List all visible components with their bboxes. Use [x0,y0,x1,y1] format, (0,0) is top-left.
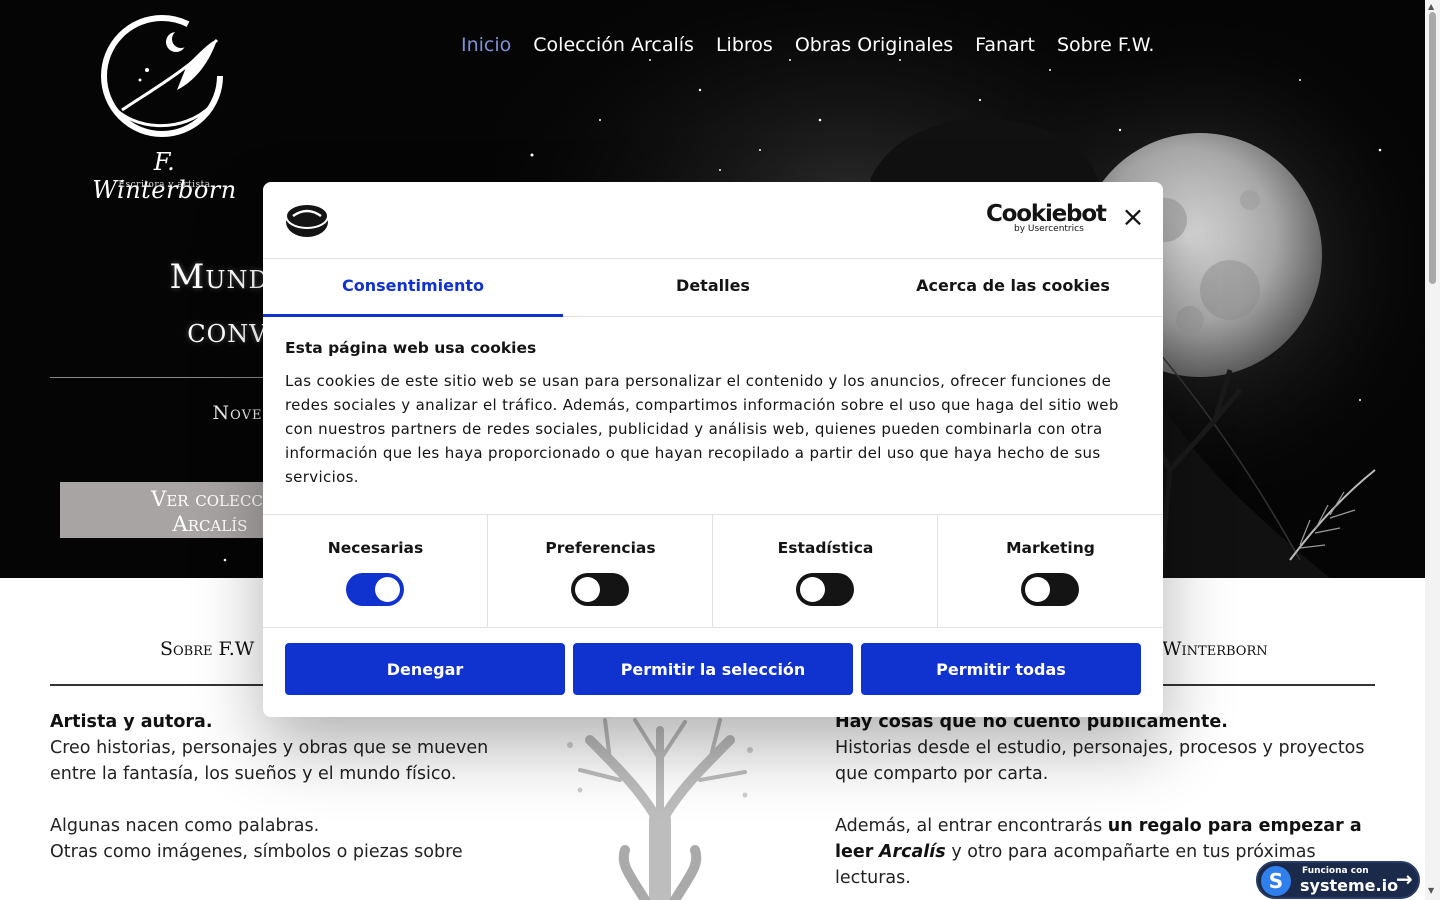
about-section-heading: Sobre F.W [160,638,255,660]
estadistica-switch[interactable] [796,573,854,606]
site-logo[interactable]: F. Winterborn Escritora y artista [92,10,237,204]
cookie-body: Esta página web usa cookies Las cookies … [285,339,1145,489]
allow-all-button[interactable]: Permitir todas [861,643,1141,695]
tab-consentimiento[interactable]: Consentimiento [263,259,563,317]
toggle-label-marketing: Marketing [1006,539,1095,557]
moon-quill-logo-icon [101,15,223,137]
tab-detalles[interactable]: Detalles [563,259,863,317]
systeme-io-badge[interactable]: S Funciona con systeme.io → [1256,861,1420,899]
nav-item-sobre-fw[interactable]: Sobre F.W. [1057,34,1154,56]
scrollbar-thumb[interactable] [1429,12,1436,284]
nav-item-libros[interactable]: Libros [716,34,773,56]
about-paragraph-1: Creo historias, personajes y obras que s… [50,738,489,784]
newsletter-section-heading: Winterborn [1162,638,1268,660]
badge-powered-by: Funciona con [1302,866,1369,876]
toggle-label-necesarias: Necesarias [327,539,424,557]
newsletter-paragraph-1: Historias desde el estudio, personajes, … [835,738,1365,784]
badge-brand: systeme.io [1300,876,1399,895]
systeme-logo-icon: S [1261,866,1291,896]
switch-knob [1025,577,1050,602]
toggle-preferencias: Preferencias [488,515,713,627]
nav-item-coleccion-arcalis[interactable]: Colección Arcalís [533,34,694,56]
cookie-actions: Denegar Permitir la selección Permitir t… [285,643,1141,695]
cookie-category-toggles: Necesarias Preferencias Estadística Mark… [263,514,1163,628]
preferencias-switch[interactable] [571,573,629,606]
toggle-label-preferencias: Preferencias [545,539,656,557]
necesarias-switch[interactable] [346,573,404,606]
switch-knob [800,577,825,602]
cookie-consent-dialog: Cookiebot by Usercentrics × Consentimien… [263,182,1163,717]
switch-knob [375,577,400,602]
nav-item-inicio[interactable]: Inicio [461,34,511,56]
cookie-description: Las cookies de este sitio web se usan pa… [285,372,1119,486]
scroll-up-arrow-icon[interactable]: ▲ [1428,2,1434,11]
newsletter-arcalis-title: Arcalís [878,842,946,862]
arrow-right-icon: → [1396,867,1413,891]
about-lead: Artista y autora. [50,712,213,732]
scroll-down-arrow-icon[interactable]: ▼ [1428,886,1434,895]
cookie-heading: Esta página web usa cookies [285,339,537,357]
toggle-necesarias: Necesarias [263,515,488,627]
cookiebot-brand-byline: by Usercentrics [1014,224,1084,234]
toggle-marketing: Marketing [938,515,1163,627]
deny-button[interactable]: Denegar [285,643,565,695]
nav-item-obras-originales[interactable]: Obras Originales [795,34,953,56]
main-nav: Inicio Colección Arcalís Libros Obras Or… [461,34,1154,56]
toggle-label-estadistica: Estadística [777,539,874,557]
marketing-switch[interactable] [1021,573,1079,606]
logo-tagline: Escritora y artista [118,180,211,190]
about-column: Artista y autora. Creo historias, person… [50,709,490,891]
tab-acerca-de-las-cookies[interactable]: Acerca de las cookies [863,259,1163,317]
cookie-tabs: Consentimiento Detalles Acerca de las co… [263,258,1163,317]
about-paragraph-2a: Algunas nacen como palabras. [50,816,320,836]
about-paragraph-2b: Otras como imágenes, símbolos o piezas s… [50,842,463,862]
cookiebot-brand[interactable]: Cookiebot by Usercentrics [986,201,1107,234]
logo-name: F. Winterborn [92,148,237,204]
tree-illustration-icon [567,709,753,900]
cookiebot-brand-name: Cookiebot [986,201,1107,227]
page-scrollbar[interactable]: ▲ ▼ [1425,0,1440,900]
nav-item-fanart[interactable]: Fanart [975,34,1035,56]
switch-knob [575,577,600,602]
cookie-site-logo-icon [285,203,329,237]
newsletter-paragraph-2-start: Además, al entrar encontrarás [835,816,1103,836]
allow-selection-button[interactable]: Permitir la selección [573,643,853,695]
close-icon[interactable]: × [1121,203,1145,231]
toggle-estadistica: Estadística [713,515,938,627]
